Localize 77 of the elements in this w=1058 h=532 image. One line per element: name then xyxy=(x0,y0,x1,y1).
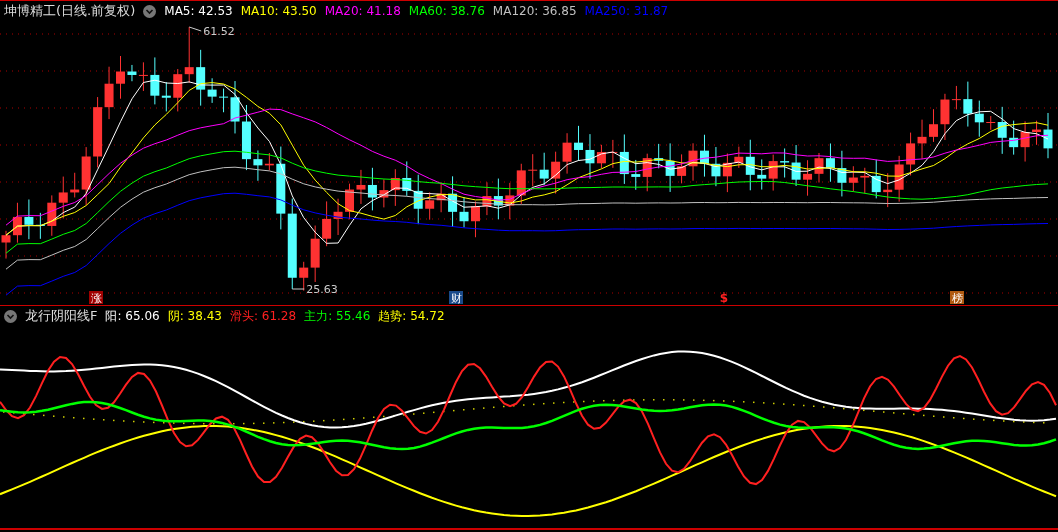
candlestick xyxy=(356,169,366,205)
candlestick xyxy=(345,183,354,220)
candlestick xyxy=(104,66,114,120)
ma-value: MA120: 36.85 xyxy=(492,4,577,18)
candlestick xyxy=(917,119,927,160)
candlestick xyxy=(505,182,515,220)
high-price-label: 61.52 xyxy=(203,25,235,38)
candlestick xyxy=(1009,120,1019,156)
candlestick xyxy=(333,198,343,236)
candlestick xyxy=(402,160,412,197)
candlestick xyxy=(814,152,824,183)
candlestick xyxy=(631,159,641,191)
candlestick xyxy=(539,152,549,186)
indicator-value: 滑头: 61.28 xyxy=(229,307,297,325)
candlestick xyxy=(768,154,778,192)
candlestick xyxy=(413,174,423,225)
event-marker[interactable]: 财 xyxy=(449,291,463,305)
chevron-down-icon[interactable] xyxy=(143,4,157,18)
candlestick xyxy=(642,153,652,192)
candlestick xyxy=(184,26,194,84)
indicator-value: 阴: 38.43 xyxy=(167,307,222,325)
candlestick xyxy=(894,155,904,203)
candlestick xyxy=(803,159,813,197)
candlestick xyxy=(711,146,721,187)
candlestick xyxy=(436,181,446,213)
candlestick xyxy=(93,96,103,168)
candlestick xyxy=(116,55,125,100)
candlestick xyxy=(722,153,732,193)
candlestick xyxy=(929,108,938,143)
candlestick xyxy=(974,100,984,138)
stock-title: 坤博精工(日线.前复权) xyxy=(4,2,136,20)
candlestick xyxy=(757,158,767,191)
low-price-label: 25.63 xyxy=(306,283,338,296)
candlestick xyxy=(1020,120,1030,163)
candlestick xyxy=(677,153,687,184)
candlestick xyxy=(482,181,492,216)
event-marker[interactable]: $ xyxy=(719,291,729,305)
event-marker[interactable]: 涨 xyxy=(89,291,103,305)
indicator-value: 趋势: 54.72 xyxy=(378,307,445,325)
candlestick xyxy=(574,125,584,162)
candlestick xyxy=(322,200,332,247)
indicator-value: 主力: 55.46 xyxy=(304,307,371,325)
candlestick xyxy=(58,176,68,219)
candlestick xyxy=(780,147,790,178)
ma-value: MA60: 38.76 xyxy=(408,4,485,18)
ma-value: MA20: 41.18 xyxy=(324,4,401,18)
candlestick xyxy=(379,178,389,208)
candlestick xyxy=(963,81,973,128)
indicator-title: 龙行阴阳线F xyxy=(25,307,98,325)
event-marker[interactable]: 榜 xyxy=(950,291,964,305)
candlestick xyxy=(390,168,400,207)
ma-value: MA250: 31.87 xyxy=(584,4,669,18)
candlestick xyxy=(173,68,183,112)
candlestick xyxy=(562,132,572,175)
ma-value: MA10: 43.50 xyxy=(240,4,317,18)
candlestick xyxy=(12,202,22,244)
candlestick xyxy=(551,151,561,195)
candlestick xyxy=(241,104,251,171)
candlestick xyxy=(47,194,57,237)
candlestick xyxy=(871,159,881,199)
candlestick xyxy=(906,132,916,176)
candlestick xyxy=(425,191,435,221)
candlestick xyxy=(367,167,377,211)
candlestick xyxy=(883,172,893,208)
candlestick xyxy=(688,142,698,182)
candlestick xyxy=(860,167,870,195)
indicator-value: 阳: 65.06 xyxy=(105,307,160,325)
candlestick xyxy=(493,178,503,220)
candlestick xyxy=(516,163,526,205)
candlestick xyxy=(825,143,835,183)
candlestick xyxy=(528,153,538,187)
ma-value: MA5: 42.53 xyxy=(164,4,233,18)
candlestick xyxy=(791,144,801,187)
candlestick xyxy=(1,230,11,260)
candlestick xyxy=(700,134,709,178)
candlestick xyxy=(470,200,480,238)
chevron-down-icon[interactable] xyxy=(4,309,17,323)
